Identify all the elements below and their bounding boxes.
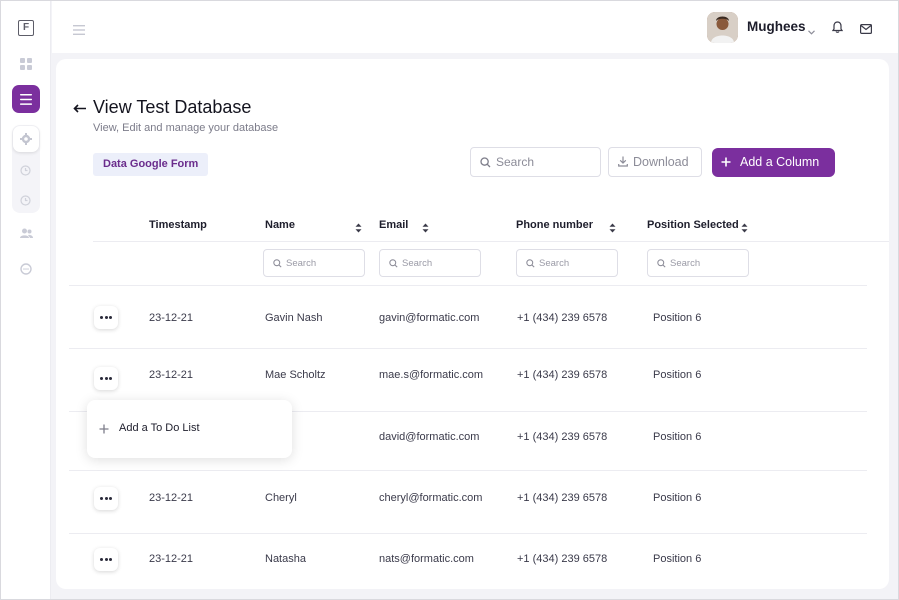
filter-placeholder: Search [539, 258, 570, 269]
cell-email: gavin@formatic.com [379, 312, 480, 324]
cell-email: mae.s@formatic.com [379, 369, 484, 381]
add-column-button[interactable]: Add a Column [712, 148, 835, 177]
filter-email-input[interactable]: Search [379, 249, 481, 277]
back-arrow-icon[interactable] [73, 100, 87, 118]
column-header-phone[interactable]: Phone number [516, 219, 593, 231]
cell-position: Position 6 [653, 492, 702, 504]
cell-position: Position 6 [653, 312, 702, 324]
filter-position-input[interactable]: Search [647, 249, 749, 277]
cell-phone: +1 (434) 239 6578 [517, 431, 608, 443]
row-menu-button[interactable] [94, 367, 118, 390]
search-icon [273, 259, 282, 268]
add-todo-list-item[interactable]: Add a To Do List [119, 422, 200, 434]
sort-icon[interactable] [741, 220, 748, 238]
cell-phone: +1 (434) 239 6578 [517, 369, 608, 381]
chat-icon[interactable] [14, 257, 38, 281]
row-menu-button[interactable] [94, 306, 118, 329]
column-header-name[interactable]: Name [265, 219, 295, 231]
cell-name: Gavin Nash [265, 312, 323, 324]
add-column-label: Add a Column [740, 155, 820, 169]
download-button[interactable]: Download [608, 147, 702, 177]
sort-icon[interactable] [609, 220, 616, 238]
app-logo[interactable]: F [18, 20, 34, 36]
row-menu-button[interactable] [94, 548, 118, 571]
row-divider [69, 285, 867, 286]
top-bar: Mughees [52, 1, 898, 53]
cell-name: Mae Scholtz [265, 369, 326, 381]
history-icon[interactable] [20, 163, 31, 181]
gear-icon [20, 133, 32, 145]
filter-name-input[interactable]: Search [263, 249, 365, 277]
download-icon [618, 156, 628, 167]
search-icon [526, 259, 535, 268]
search-icon [389, 259, 398, 268]
menu-icon[interactable] [73, 22, 85, 35]
content-card: View Test Database View, Edit and manage… [56, 59, 889, 589]
cell-phone: +1 (434) 239 6578 [517, 553, 608, 565]
cell-timestamp: 23-12-21 [149, 492, 194, 504]
search-icon [480, 157, 491, 168]
header-divider [93, 241, 889, 242]
cell-name: Natasha [265, 553, 306, 565]
download-label: Download [633, 155, 689, 169]
cell-email: cheryl@formatic.com [379, 492, 483, 504]
cell-email: nats@formatic.com [379, 553, 474, 565]
row-menu-button[interactable] [94, 487, 118, 510]
dashboard-icon[interactable] [14, 52, 38, 76]
cell-phone: +1 (434) 239 6578 [517, 492, 608, 504]
sort-icon[interactable] [422, 220, 429, 238]
row-divider [69, 470, 867, 471]
cell-name: Cheryl [265, 492, 297, 504]
filter-placeholder: Search [670, 258, 701, 269]
chevron-down-icon[interactable] [808, 22, 815, 40]
cell-position: Position 6 [653, 369, 702, 381]
cell-email: david@formatic.com [379, 431, 480, 443]
database-nav-button[interactable] [12, 85, 40, 113]
column-header-email[interactable]: Email [379, 219, 408, 231]
users-icon[interactable] [14, 221, 38, 245]
plus-icon [99, 424, 109, 434]
page-subtitle: View, Edit and manage your database [93, 122, 279, 134]
row-divider [69, 348, 867, 349]
cell-position: Position 6 [653, 431, 702, 443]
cell-timestamp: 23-12-21 [149, 553, 194, 565]
search-input[interactable]: Search [470, 147, 601, 177]
cell-phone: +1 (434) 239 6578 [517, 312, 608, 324]
avatar[interactable] [707, 12, 738, 43]
filter-placeholder: Search [286, 258, 317, 269]
cell-timestamp: 23-12-21 [149, 312, 194, 324]
sidebar: F [1, 1, 51, 599]
form-tag[interactable]: Data Google Form [93, 153, 209, 176]
search-icon [657, 259, 666, 268]
sort-icon[interactable] [355, 220, 362, 238]
list-icon [20, 93, 32, 105]
filter-placeholder: Search [402, 258, 433, 269]
cell-position: Position 6 [653, 553, 702, 565]
settings-button[interactable] [13, 126, 39, 152]
clock-icon[interactable] [20, 193, 31, 211]
row-divider [69, 533, 867, 534]
app-frame: F Mughees View Test Database View, Edit … [0, 0, 899, 600]
plus-icon [721, 157, 731, 167]
column-header-position[interactable]: Position Selected [647, 219, 739, 231]
cell-timestamp: 23-12-21 [149, 369, 194, 381]
bell-icon[interactable] [831, 20, 844, 38]
user-name[interactable]: Mughees [747, 19, 806, 34]
column-header-timestamp: Timestamp [149, 219, 207, 231]
settings-group [12, 125, 40, 213]
row-actions-popover: Add a To Do List [87, 400, 292, 458]
search-placeholder: Search [496, 155, 535, 169]
page-title: View Test Database [93, 97, 252, 117]
filter-phone-input[interactable]: Search [516, 249, 618, 277]
mail-icon[interactable] [860, 21, 873, 39]
